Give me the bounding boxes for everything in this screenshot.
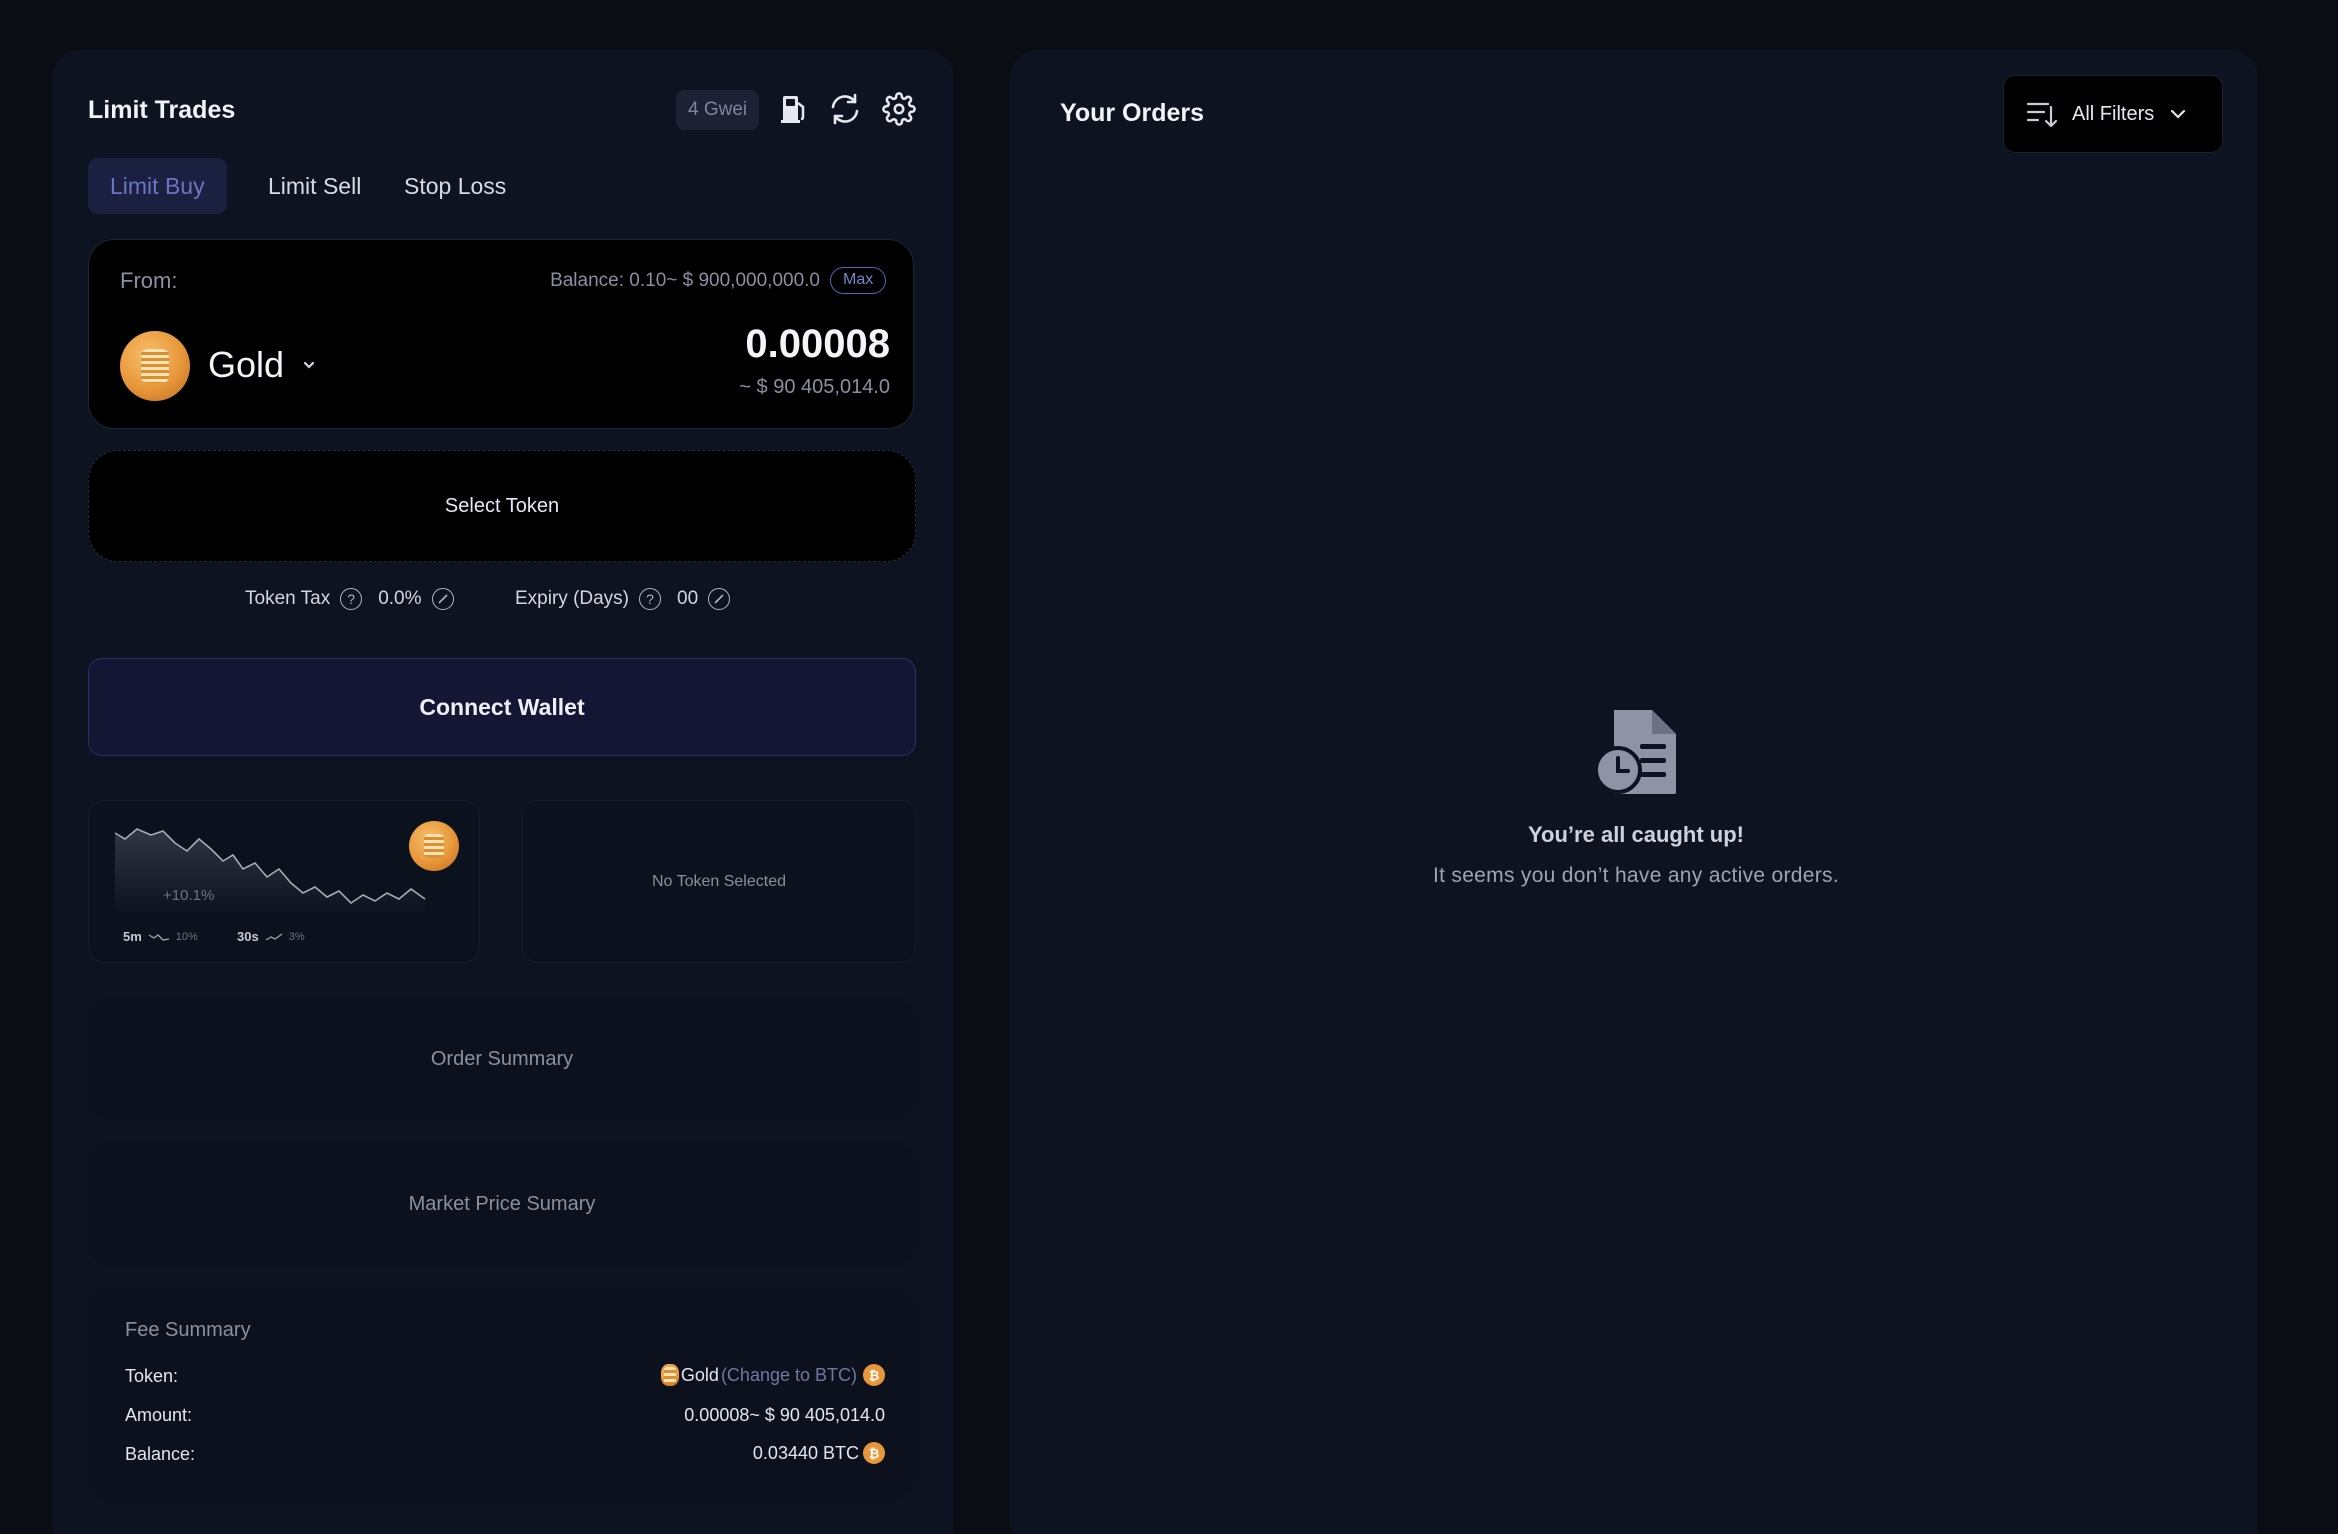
filters-label: All Filters xyxy=(2072,102,2155,125)
bitcoin-icon: ₿ xyxy=(863,1364,885,1386)
bitcoin-icon: ₿ xyxy=(863,1442,885,1464)
fee-summary-title: Fee Summary xyxy=(125,1319,251,1341)
max-button[interactable]: Max xyxy=(830,267,887,294)
help-icon[interactable]: ? xyxy=(340,588,363,610)
gold-token-icon xyxy=(120,331,190,401)
token-selector[interactable]: Gold xyxy=(208,344,284,386)
connect-wallet-label: Connect Wallet xyxy=(419,693,585,720)
timeframe-label: 5m xyxy=(123,929,142,944)
expiry-label: Expiry (Days) xyxy=(515,588,630,609)
select-token-label: Select Token xyxy=(444,494,560,517)
chevron-down-icon xyxy=(2171,109,2186,119)
gold-token-icon xyxy=(660,1364,679,1386)
timeframe-5m[interactable]: 5m 10% xyxy=(123,929,198,944)
tab-stop-loss[interactable]: Stop Loss xyxy=(404,158,506,214)
gas-pump-icon[interactable] xyxy=(775,90,813,128)
timeframe-30s[interactable]: 30s 3% xyxy=(237,929,305,944)
refresh-icon[interactable] xyxy=(826,90,864,128)
from-amount-usd: ~ $ 90 405,014.0 xyxy=(739,376,890,398)
order-summary-section[interactable]: Order Summary xyxy=(88,998,916,1120)
all-filters-dropdown[interactable]: All Filters xyxy=(2003,75,2223,153)
edit-icon[interactable] xyxy=(431,588,454,610)
orders-title: Your Orders xyxy=(1060,99,1205,127)
fee-token-row: Gold (Change to BTC) ₿ xyxy=(500,1364,885,1386)
document-clock-icon xyxy=(1594,708,1680,801)
fee-amount-value: 0.00008~ $ 90 405,014.0 xyxy=(684,1405,885,1425)
select-token-button[interactable]: Select Token xyxy=(88,450,916,562)
from-amount[interactable]: 0.00008 xyxy=(560,322,890,367)
tab-limit-buy[interactable]: Limit Buy xyxy=(88,158,227,214)
help-icon[interactable]: ? xyxy=(639,588,662,610)
empty-state-title: You’re all caught up! xyxy=(1528,822,1744,847)
from-label: From: xyxy=(120,268,178,293)
fee-balance-value: 0.03440 BTC xyxy=(752,1442,859,1463)
timeframe-value: 10% xyxy=(175,930,198,943)
chevron-down-icon[interactable] xyxy=(300,356,318,379)
order-summary-label: Order Summary xyxy=(430,1047,574,1070)
filter-sort-icon xyxy=(2026,102,2058,128)
gold-token-icon xyxy=(409,821,459,871)
edit-icon[interactable] xyxy=(708,588,731,610)
token-tax-value: 0.0% xyxy=(378,588,422,609)
tab-limit-sell[interactable]: Limit Sell xyxy=(268,158,361,214)
timeframe-label: 30s xyxy=(237,929,259,944)
empty-state-subtitle: It seems you don’t have any active order… xyxy=(1433,864,1839,887)
market-summary-label: Market Price Sumary xyxy=(408,1192,596,1215)
token-tax-row: Token Tax ? 0.0% xyxy=(245,588,454,610)
expiry-row: Expiry (Days) ? 00 xyxy=(515,588,731,610)
panel-title: Limit Trades xyxy=(88,96,236,124)
token-tax-label: Token Tax xyxy=(245,588,331,609)
no-token-label: No Token Selected xyxy=(651,872,786,890)
fee-balance-row: 0.03440 BTC ₿ xyxy=(500,1442,885,1464)
gas-price-badge: 4 Gwei xyxy=(676,90,760,130)
price-chart-card[interactable]: +10.1% 5m 10% 30s 3% xyxy=(88,800,480,963)
fee-token-value: Gold xyxy=(680,1364,719,1385)
chart-change: +10.1% xyxy=(163,887,215,904)
market-price-summary-section[interactable]: Market Price Sumary xyxy=(88,1142,916,1266)
fee-amount-label: Amount: xyxy=(125,1405,193,1425)
fee-balance-label: Balance: xyxy=(125,1444,196,1464)
timeframe-value: 3% xyxy=(288,930,305,943)
gear-icon[interactable] xyxy=(880,90,918,128)
connect-wallet-button[interactable]: Connect Wallet xyxy=(88,658,916,756)
expiry-value: 00 xyxy=(677,588,699,609)
from-balance: Balance: 0.10~ $ 900,000,000.0 xyxy=(550,270,820,291)
no-token-card: No Token Selected xyxy=(522,800,916,963)
change-to-btc-link[interactable]: (Change to BTC) xyxy=(721,1365,857,1386)
fee-token-label: Token: xyxy=(125,1366,179,1386)
